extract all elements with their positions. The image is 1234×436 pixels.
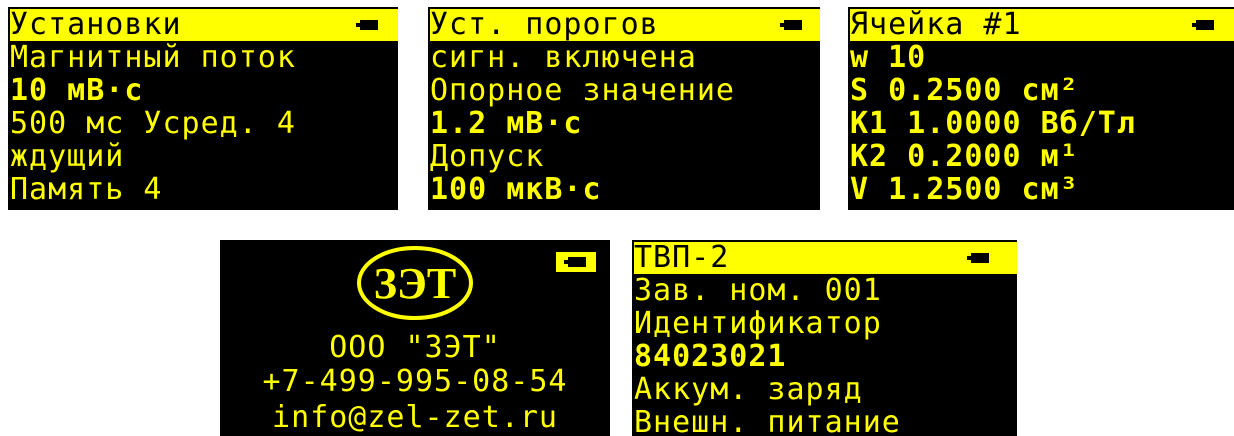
settings-title[interactable]: Установки xyxy=(10,9,398,41)
cell-s[interactable]: S 0.2500 см² xyxy=(850,75,1234,107)
signal-status[interactable]: сигн. включена xyxy=(430,42,820,74)
battery-icon xyxy=(556,252,596,272)
tolerance-value[interactable]: 100 мкВ·с xyxy=(430,174,820,206)
cell-v[interactable]: V 1.2500 см³ xyxy=(850,174,1234,206)
battery-icon xyxy=(772,15,812,35)
settings-screen: Установки Магнитный поток 10 мВ·с 500 мс… xyxy=(8,7,398,210)
cell-k1[interactable]: K1 1.0000 Вб/Тл xyxy=(850,108,1234,140)
cell-k2[interactable]: K2 0.2000 м¹ xyxy=(850,141,1234,173)
range-value[interactable]: 10 мВ·с xyxy=(10,75,398,107)
battery-status[interactable]: Аккум. заряд xyxy=(634,374,1017,406)
cell-screen: Ячейка #1 w 10 S 0.2500 см² K1 1.0000 Вб… xyxy=(848,7,1234,210)
thresholds-title[interactable]: Уст. порогов xyxy=(430,9,820,41)
reference-label: Опорное значение xyxy=(430,73,735,108)
cell-title[interactable]: Ячейка #1 xyxy=(850,9,1234,41)
device-screen: ТВП-2 Зав. ном. 001 Идентификатор 840230… xyxy=(632,240,1017,436)
memory-slot[interactable]: Память 4 xyxy=(10,174,398,206)
serial-number[interactable]: Зав. ном. 001 xyxy=(634,275,1017,307)
company-name: ООО "ЗЭТ" xyxy=(329,330,501,365)
tolerance-label: Допуск xyxy=(430,139,545,174)
about-screen: ЗЭТ ООО "ЗЭТ" +7-499-995-08-54 info@zel-… xyxy=(220,240,610,436)
identifier-value[interactable]: 84023021 xyxy=(634,341,1017,373)
battery-icon xyxy=(959,248,999,268)
battery-icon xyxy=(348,15,388,35)
identifier-label: Идентификатор xyxy=(634,306,882,341)
reference-value[interactable]: 1.2 мВ·с xyxy=(430,108,820,140)
time-average[interactable]: 500 мс Усред. 4 xyxy=(10,108,398,140)
company-phone: +7-499-995-08-54 xyxy=(262,364,568,399)
cell-w[interactable]: w 10 xyxy=(850,42,1234,74)
company-email: info@zel-zet.ru xyxy=(272,400,558,435)
power-status[interactable]: Внешн. питание xyxy=(634,407,1017,436)
company-logo: ЗЭТ xyxy=(357,246,473,320)
measurement-mode[interactable]: Магнитный поток xyxy=(10,42,398,74)
logo-text: ЗЭТ xyxy=(374,259,456,308)
trigger-mode[interactable]: ждущий xyxy=(10,141,398,173)
battery-icon xyxy=(1184,15,1224,35)
thresholds-screen: Уст. порогов сигн. включена Опорное знач… xyxy=(428,7,820,210)
